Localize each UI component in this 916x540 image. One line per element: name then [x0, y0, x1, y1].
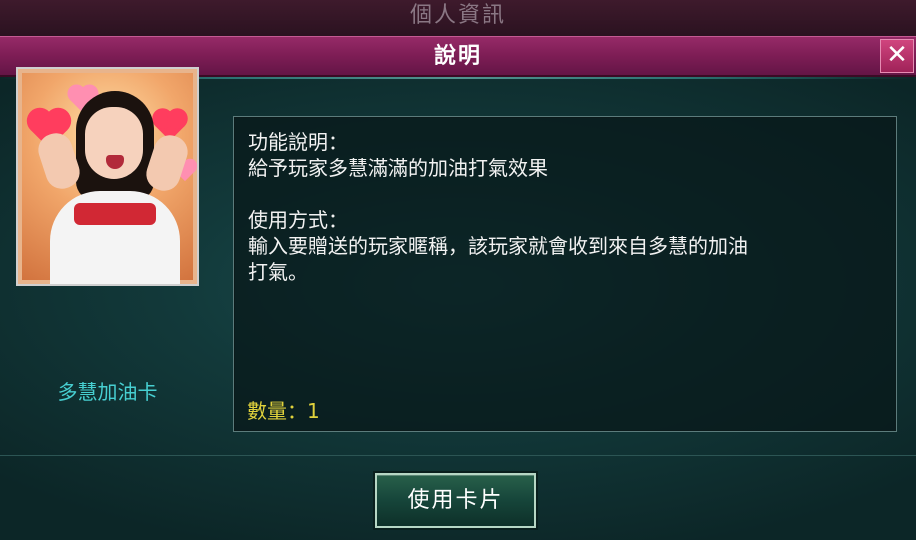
- close-button[interactable]: ✕: [880, 39, 914, 73]
- usage-text-line-2: 打氣。: [248, 260, 308, 284]
- cheer-card-portrait-icon: [22, 73, 196, 284]
- background-window-title: 個人資訊: [0, 0, 916, 36]
- function-text: 給予玩家多慧滿滿的加油打氣效果: [248, 156, 548, 180]
- card-name: 多慧加油卡: [57, 380, 158, 404]
- usage-text-line-1: 輸入要贈送的玩家暱稱，該玩家就會收到來自多慧的加油: [248, 234, 748, 258]
- function-heading: 功能說明：: [248, 130, 348, 154]
- quantity-label: 數量：1: [247, 399, 320, 423]
- description-panel: 功能說明： 給予玩家多慧滿滿的加油打氣效果 使用方式： 輸入要贈送的玩家暱稱，該…: [233, 116, 897, 432]
- description-text: 功能說明： 給予玩家多慧滿滿的加油打氣效果 使用方式： 輸入要贈送的玩家暱稱，該…: [248, 129, 878, 285]
- footer-divider: [0, 455, 916, 456]
- card-image: [16, 67, 199, 286]
- portrait-stripe: [74, 203, 156, 225]
- usage-heading: 使用方式：: [248, 208, 348, 232]
- use-card-button[interactable]: 使用卡片: [375, 473, 536, 528]
- close-icon: ✕: [886, 40, 908, 70]
